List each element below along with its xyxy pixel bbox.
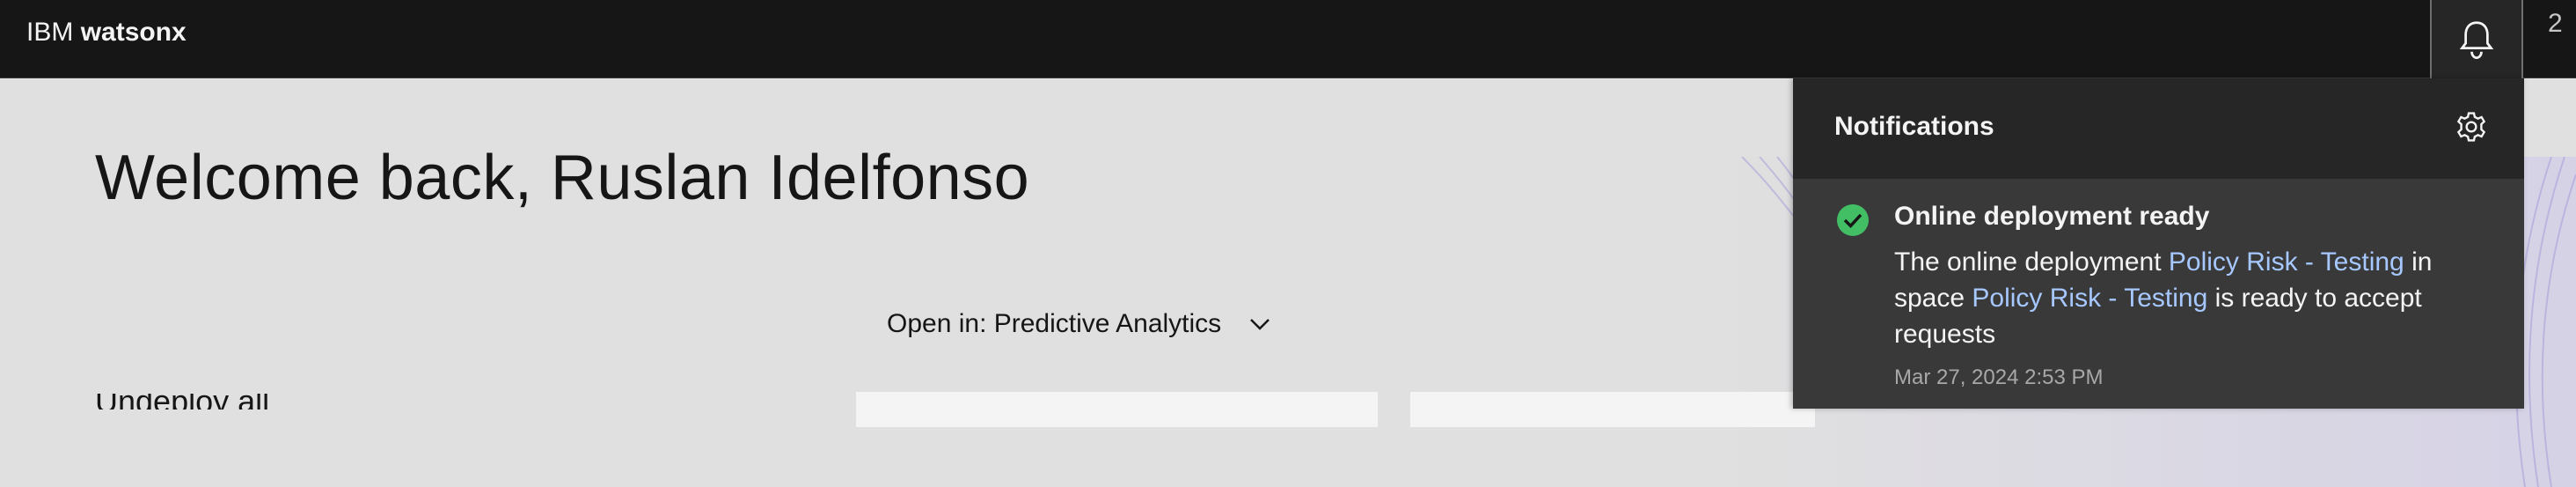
section-label-text: Undeploy all — [95, 394, 465, 410]
brand-product: watsonx — [80, 18, 187, 47]
notifications-header: Notifications — [1793, 78, 2524, 179]
space-link[interactable]: Policy Risk - Testing — [1972, 284, 2207, 313]
welcome-heading: Welcome back, Ruslan Idelfonso — [95, 143, 1030, 213]
notifications-title: Notifications — [1834, 112, 1994, 141]
section-label-partial: Undeploy all — [95, 394, 465, 410]
brand-prefix: IBM — [26, 18, 74, 47]
message-text: The online deployment — [1894, 247, 2169, 277]
notifications-button[interactable] — [2430, 0, 2523, 78]
open-in-dropdown[interactable]: Open in: Predictive Analytics — [887, 309, 1272, 339]
header-item-partial[interactable]: 2 — [2548, 9, 2563, 39]
chevron-down-icon — [1248, 316, 1272, 332]
notification-timestamp: Mar 27, 2024 2:53 PM — [1894, 365, 2104, 389]
deployment-link[interactable]: Policy Risk - Testing — [2169, 247, 2404, 277]
bell-icon — [2459, 20, 2494, 59]
checkmark-filled-icon — [1835, 203, 1870, 242]
open-in-label: Open in: Predictive Analytics — [887, 309, 1222, 338]
top-header: IBM watsonx 2 — [0, 0, 2576, 78]
tile-card[interactable] — [856, 392, 1378, 427]
gear-icon[interactable] — [2455, 110, 2488, 148]
notification-message: The online deployment Policy Risk - Test… — [1894, 244, 2492, 352]
brand-logo[interactable]: IBM watsonx — [26, 0, 187, 78]
notification-title: Online deployment ready — [1894, 202, 2210, 231]
tile-card[interactable] — [1410, 392, 1815, 427]
